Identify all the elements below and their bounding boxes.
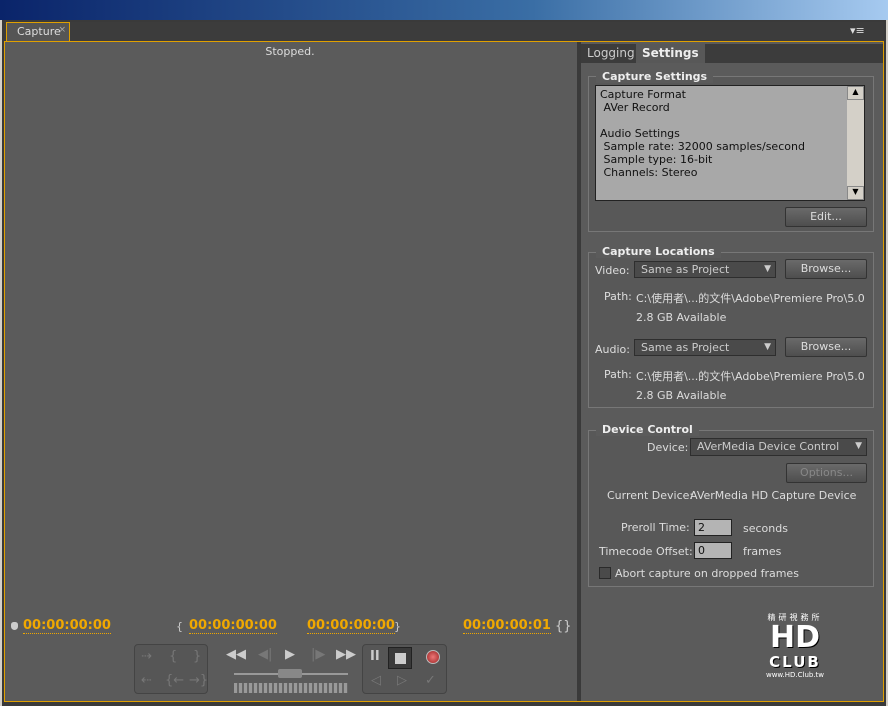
timecode-offset-label: Timecode Offset: bbox=[599, 545, 693, 558]
panel-divider[interactable] bbox=[577, 42, 581, 701]
audio-path-label: Path: bbox=[604, 368, 632, 381]
marker-icon bbox=[11, 622, 18, 630]
video-available: 2.8 GB Available bbox=[636, 311, 727, 324]
fast-forward-icon[interactable]: ▶▶ bbox=[336, 647, 356, 662]
audio-location-select[interactable]: Same as Project ▼ bbox=[634, 339, 776, 356]
tab-logging[interactable]: Logging bbox=[581, 44, 641, 63]
video-browse-button[interactable]: Browse... bbox=[785, 259, 867, 279]
set-in-icon[interactable]: { bbox=[169, 649, 177, 664]
chevron-down-icon: ▼ bbox=[764, 342, 771, 352]
audio-path: C:\使用者\...的文件\Adobe\Premiere Pro\5.0 bbox=[636, 370, 865, 383]
device-label: Device: bbox=[647, 441, 689, 454]
mark-out-icon[interactable]: ⇠ bbox=[141, 673, 152, 688]
status-text: Stopped. bbox=[265, 45, 315, 58]
edit-controls-group: ⇢ { } ⇠ {← →} bbox=[134, 644, 208, 694]
capture-settings-title: Capture Settings bbox=[596, 70, 714, 83]
panel-menu-icon[interactable]: ▾≡ bbox=[850, 24, 865, 37]
options-button[interactable]: Options... bbox=[786, 463, 867, 483]
tab-settings[interactable]: Settings bbox=[636, 44, 705, 63]
duration-timecode[interactable]: 00:00:00:01 bbox=[463, 619, 551, 634]
step-forward-icon[interactable]: |▶ bbox=[311, 647, 325, 662]
video-location-select[interactable]: Same as Project ▼ bbox=[634, 261, 776, 278]
audio-browse-button[interactable]: Browse... bbox=[785, 337, 867, 357]
scroll-up-icon[interactable]: ▲ bbox=[847, 86, 864, 100]
goto-in-icon[interactable]: {← bbox=[165, 673, 184, 688]
timecode-offset-input[interactable]: 0 bbox=[694, 542, 732, 559]
video-label: Video: bbox=[595, 264, 630, 277]
set-out-icon[interactable]: } bbox=[193, 649, 201, 664]
step-back-icon[interactable]: ◀| bbox=[258, 647, 272, 662]
timecode-offset-unit: frames bbox=[743, 545, 782, 558]
tab-capture[interactable]: Capture × bbox=[6, 22, 70, 41]
panel-tab-row bbox=[4, 22, 884, 41]
capture-locations-title: Capture Locations bbox=[596, 245, 721, 258]
current-timecode[interactable]: 00:00:00:00 bbox=[23, 619, 111, 634]
video-path: C:\使用者\...的文件\Adobe\Premiere Pro\5.0 bbox=[636, 292, 865, 305]
stop-icon bbox=[395, 653, 406, 664]
preroll-input[interactable]: 2 bbox=[694, 519, 732, 536]
preroll-label: Preroll Time: bbox=[621, 521, 690, 534]
current-device-value: AVerMedia HD Capture Device bbox=[690, 489, 857, 502]
abort-label: Abort capture on dropped frames bbox=[615, 567, 799, 580]
title-bar bbox=[0, 0, 888, 20]
current-device-label: Current Device: bbox=[607, 489, 694, 502]
scene-back-icon[interactable]: ◁ bbox=[371, 673, 381, 688]
in-point-timecode[interactable]: 00:00:00:00 bbox=[189, 619, 277, 634]
duration-icon: {} bbox=[555, 619, 572, 634]
video-path-label: Path: bbox=[604, 290, 632, 303]
out-point-timecode[interactable]: 00:00:00:00 bbox=[307, 619, 395, 634]
tab-capture-label: Capture bbox=[17, 25, 61, 38]
scene-detect-icon[interactable]: ✓ bbox=[425, 673, 436, 688]
capture-controls-group: II ◁ ▷ ✓ bbox=[362, 644, 447, 694]
scrollbar[interactable]: ▲ ▼ bbox=[847, 86, 864, 200]
mark-in-icon[interactable]: ⇢ bbox=[141, 649, 152, 664]
audio-available: 2.8 GB Available bbox=[636, 389, 727, 402]
abort-checkbox[interactable] bbox=[599, 567, 611, 579]
goto-out-icon[interactable]: →} bbox=[189, 673, 208, 688]
pause-icon[interactable]: II bbox=[370, 649, 380, 664]
stop-button[interactable] bbox=[388, 647, 412, 669]
in-point-icon: { bbox=[176, 620, 183, 633]
chevron-down-icon: ▼ bbox=[855, 441, 862, 451]
record-icon[interactable] bbox=[426, 650, 440, 664]
close-icon[interactable]: × bbox=[58, 25, 66, 35]
scene-forward-icon[interactable]: ▷ bbox=[397, 673, 407, 688]
jog-wheel[interactable] bbox=[234, 683, 348, 693]
edit-button[interactable]: Edit... bbox=[785, 207, 867, 227]
rewind-icon[interactable]: ◀◀ bbox=[226, 647, 246, 662]
capture-settings-text[interactable]: Capture Format AVer Record Audio Setting… bbox=[595, 85, 865, 201]
out-point-icon: } bbox=[394, 620, 401, 633]
chevron-down-icon: ▼ bbox=[764, 264, 771, 274]
device-control-title: Device Control bbox=[596, 423, 699, 436]
scroll-down-icon[interactable]: ▼ bbox=[847, 186, 864, 200]
device-value: AVerMedia Device Control bbox=[697, 440, 840, 453]
video-location-value: Same as Project bbox=[641, 263, 730, 276]
shuttle-handle[interactable] bbox=[278, 669, 302, 678]
audio-location-value: Same as Project bbox=[641, 341, 730, 354]
audio-label: Audio: bbox=[595, 343, 630, 356]
preroll-unit: seconds bbox=[743, 522, 788, 535]
hdclub-watermark-logo: 精研視務所 HD CLUB www.HD.Club.tw bbox=[765, 613, 825, 679]
play-icon[interactable]: ▶ bbox=[285, 647, 295, 662]
device-select[interactable]: AVerMedia Device Control ▼ bbox=[690, 438, 867, 456]
